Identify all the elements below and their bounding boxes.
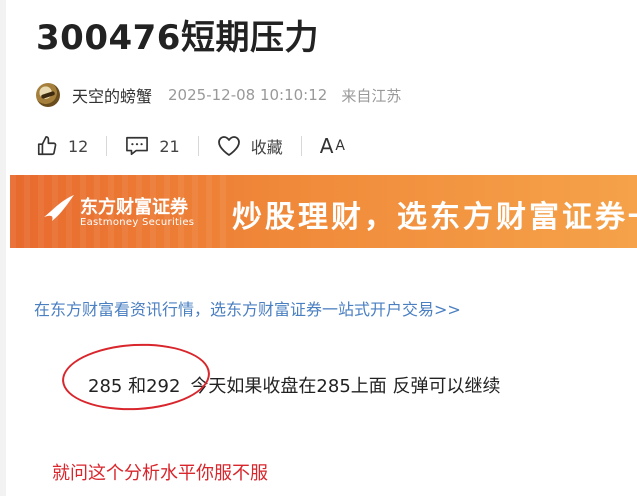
avatar[interactable] bbox=[36, 83, 60, 107]
comment-icon bbox=[126, 136, 149, 156]
ad-banner[interactable]: 东方财富证券 Eastmoney Securities 炒股理财，选东方财富证券… bbox=[10, 175, 637, 248]
red-annotation-text: 就问这个分析水平你服不服 bbox=[52, 463, 268, 484]
thumbs-up-icon bbox=[37, 136, 57, 156]
heart-icon bbox=[217, 136, 240, 156]
post-title: 300476短期压力 bbox=[36, 18, 319, 58]
favorite-label: 收藏 bbox=[250, 138, 283, 157]
divider bbox=[197, 136, 199, 156]
banner-brand-cn: 东方财富证券 bbox=[80, 197, 188, 218]
font-size-button[interactable]: A A bbox=[320, 134, 345, 158]
like-count: 12 bbox=[68, 136, 89, 156]
favorite-button[interactable]: 收藏 bbox=[217, 134, 283, 158]
author-name[interactable]: 天空的螃蟹 bbox=[72, 83, 152, 107]
action-bar: 12 21 收藏 A A bbox=[36, 130, 345, 162]
comment-count: 21 bbox=[159, 136, 180, 156]
font-size-small-a: A bbox=[335, 138, 345, 154]
eastmoney-logo-icon bbox=[44, 195, 74, 221]
font-size-large-a: A bbox=[319, 134, 334, 158]
comment-button[interactable]: 21 bbox=[125, 135, 180, 157]
divider bbox=[106, 136, 108, 156]
divider bbox=[300, 136, 302, 156]
body-text: 今天如果收盘在285上面 反弹可以继续 bbox=[190, 376, 501, 397]
post-datetime: 2025-12-08 10:10:12 bbox=[168, 86, 328, 104]
banner-slogan: 炒股理财，选东方财富证券一 bbox=[232, 200, 637, 235]
banner-brand-en: Eastmoney Securities bbox=[80, 217, 195, 228]
post-source: 来自江苏 bbox=[341, 86, 402, 105]
like-button[interactable]: 12 bbox=[36, 135, 88, 157]
left-gutter bbox=[0, 0, 6, 496]
red-circle-annotation bbox=[60, 340, 212, 414]
promo-link[interactable]: 在东方财富看资讯行情，选东方财富证券一站式开户交易>> bbox=[34, 296, 461, 320]
author-row: 天空的螃蟹 2025-12-08 10:10:12 来自江苏 bbox=[36, 82, 415, 108]
